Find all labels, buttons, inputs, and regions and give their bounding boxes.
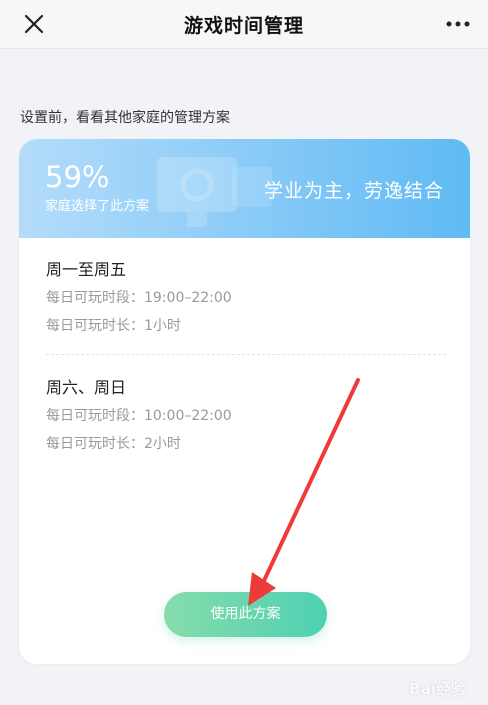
plan-card: 59% 家庭选择了此方案 学业为主，劳逸结合 周一至周五 每日可玩时段：19:0… [19,139,470,664]
weekday-duration: 每日可玩时长：1小时 [46,318,181,334]
use-plan-button[interactable]: 使用此方案 [164,592,327,637]
weekend-duration: 每日可玩时长：2小时 [46,436,181,452]
section-divider [46,354,446,355]
weekday-period: 每日可玩时段：19:00–22:00 [46,290,232,306]
adoption-caption: 家庭选择了此方案 [45,199,150,214]
weekend-title: 周六、周日 [46,378,127,397]
plan-slogan: 学业为主，劳逸结合 [263,180,444,202]
plan-banner: 59% 家庭选择了此方案 学业为主，劳逸结合 [19,139,470,238]
more-dots-icon[interactable] [446,16,470,32]
baidu-watermark: Bai经验 [409,680,466,698]
weekday-title: 周一至周五 [46,260,127,279]
page-title: 游戏时间管理 [183,15,304,37]
intro-text: 设置前，看看其他家庭的管理方案 [20,110,230,126]
weekend-period: 每日可玩时段：10:00–22:00 [46,408,232,424]
nav-bar: 游戏时间管理 [0,0,488,49]
adoption-percent: 59% [45,160,110,194]
